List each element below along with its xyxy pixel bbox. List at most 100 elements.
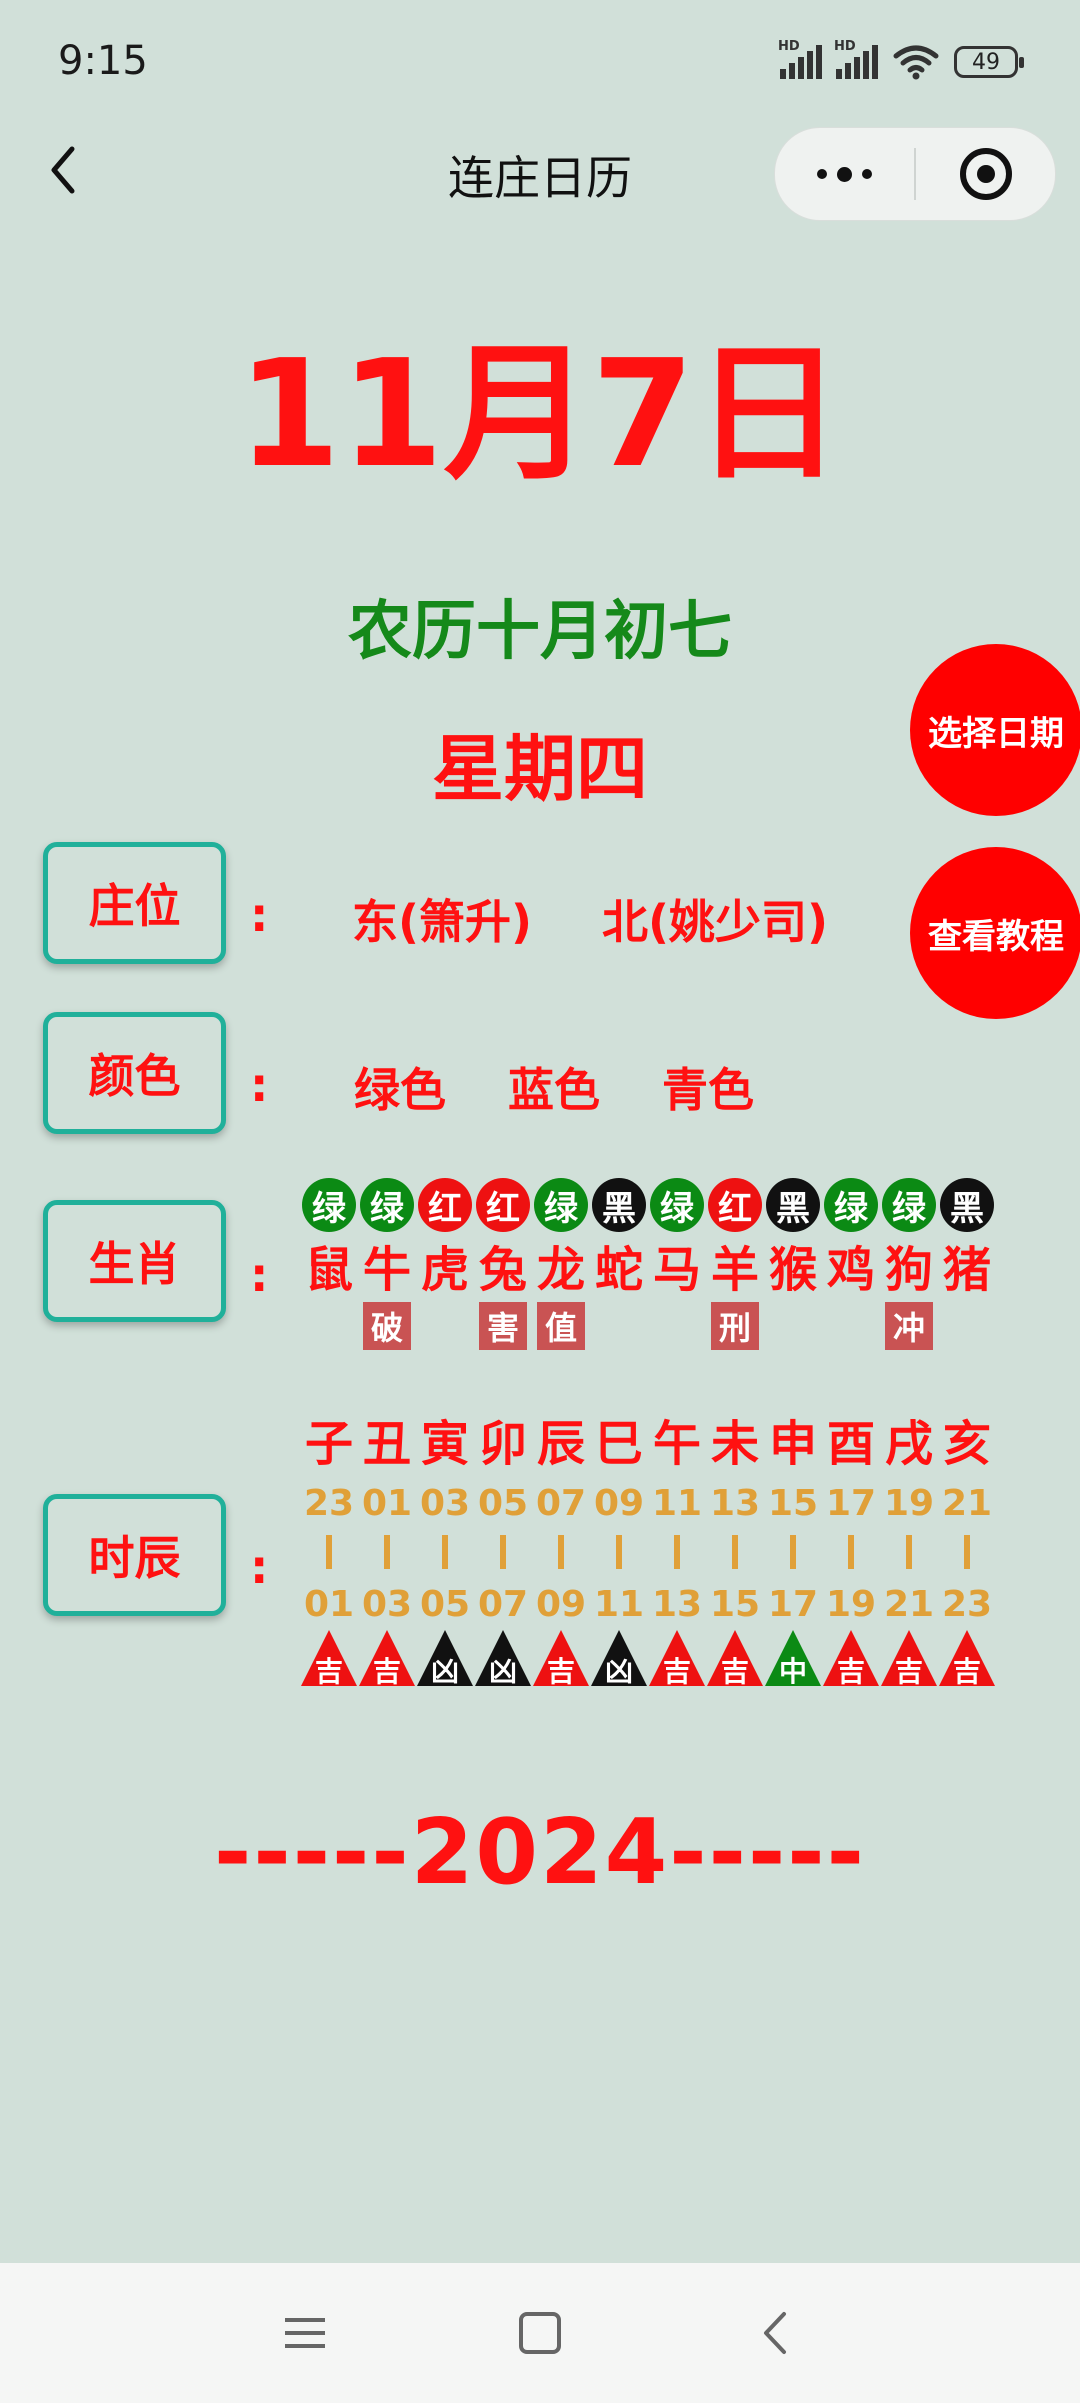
zodiac-name-cell: 龙 xyxy=(532,1246,590,1294)
luck-triangle-icon: 吉 xyxy=(881,1630,937,1688)
hour-branch-cell: 酉 xyxy=(822,1420,880,1468)
hour-separator xyxy=(732,1535,738,1569)
luck-triangle-icon: 吉 xyxy=(301,1630,357,1688)
zodiac-badge-cell: 绿 xyxy=(648,1178,706,1232)
battery-icon: 49 xyxy=(954,46,1024,78)
hour-branch: 辰 xyxy=(536,1416,585,1472)
hour-end-cell: 21 xyxy=(880,1587,938,1623)
hour-end: 05 xyxy=(419,1584,471,1625)
zodiac-tag-cell xyxy=(648,1302,706,1350)
hour-start: 13 xyxy=(709,1483,761,1524)
hour-separator-cell xyxy=(880,1535,938,1569)
hour-start-cell: 03 xyxy=(416,1486,474,1522)
hour-branches-row: 子丑寅卯辰巳午未申酉戌亥 xyxy=(300,1420,996,1468)
zodiac-name: 兔 xyxy=(478,1242,527,1298)
hour-luck-cell: 吉 xyxy=(358,1630,416,1688)
zodiac-tag: 冲 xyxy=(885,1302,933,1350)
zodiac-tag-cell xyxy=(416,1302,474,1350)
hour-luck-label: 吉 xyxy=(662,1655,691,1688)
hour-branch-cell: 辰 xyxy=(532,1420,590,1468)
zodiac-badge-cell: 绿 xyxy=(822,1178,880,1232)
color-value-blue: 蓝色 xyxy=(508,1063,600,1117)
luck-triangle-icon: 中 xyxy=(765,1630,821,1688)
hour-luck-label: 凶 xyxy=(488,1655,517,1688)
hour-end-cell: 13 xyxy=(648,1587,706,1623)
hour-start-cell: 01 xyxy=(358,1486,416,1522)
hour-end-cell: 09 xyxy=(532,1587,590,1623)
hour-start-cell: 17 xyxy=(822,1486,880,1522)
hour-luck-cell: 吉 xyxy=(706,1630,764,1688)
zodiac-tag-cell xyxy=(822,1302,880,1350)
hour-start: 03 xyxy=(419,1483,471,1524)
menu-button[interactable] xyxy=(275,2303,335,2363)
zodiac-color-badge: 红 xyxy=(418,1178,472,1232)
zodiac-badge-cell: 红 xyxy=(474,1178,532,1232)
zodiac-badge-cell: 绿 xyxy=(300,1178,358,1232)
zodiac-names-row: 鼠牛虎兔龙蛇马羊猴鸡狗猪 xyxy=(300,1246,996,1294)
hour-branch: 巳 xyxy=(594,1416,643,1472)
menu-icon xyxy=(285,2318,325,2348)
zodiac-tag-cell xyxy=(590,1302,648,1350)
hour-branch-cell: 未 xyxy=(706,1420,764,1468)
hour-end: 03 xyxy=(361,1584,413,1625)
hour-luck-cell: 吉 xyxy=(300,1630,358,1688)
tutorial-button[interactable]: 查看教程 xyxy=(910,847,1080,1019)
hour-branch-cell: 子 xyxy=(300,1420,358,1468)
hour-luck-cell: 吉 xyxy=(822,1630,880,1688)
hour-separator-cell xyxy=(416,1535,474,1569)
hour-branch-cell: 卯 xyxy=(474,1420,532,1468)
zodiac-tag-cell: 冲 xyxy=(880,1302,938,1350)
hour-luck-cell: 吉 xyxy=(532,1630,590,1688)
hour-branch: 子 xyxy=(304,1416,353,1472)
hour-start: 05 xyxy=(477,1483,529,1524)
zodiac-tag-cell: 害 xyxy=(474,1302,532,1350)
home-button[interactable] xyxy=(510,2303,570,2363)
hour-start-cell: 13 xyxy=(706,1486,764,1522)
hour-branch-cell: 丑 xyxy=(358,1420,416,1468)
hour-end-cell: 23 xyxy=(938,1587,996,1623)
zodiac-name: 龙 xyxy=(536,1242,585,1298)
hour-start: 17 xyxy=(825,1483,877,1524)
hour-branch: 午 xyxy=(652,1416,701,1472)
zodiac-color-badge: 绿 xyxy=(824,1178,878,1232)
zodiac-tag: 值 xyxy=(537,1302,585,1350)
hour-end: 11 xyxy=(593,1584,645,1625)
zodiac-tag-cell xyxy=(764,1302,822,1350)
zodiac-name: 狗 xyxy=(884,1242,933,1298)
zodiac-name-cell: 猪 xyxy=(938,1246,996,1294)
hour-luck-label: 吉 xyxy=(546,1655,575,1688)
hour-branch: 卯 xyxy=(478,1416,527,1472)
zodiac-colon: : xyxy=(250,1248,269,1302)
hour-separator xyxy=(442,1535,448,1569)
zodiac-color-badge: 红 xyxy=(476,1178,530,1232)
signal-hd-label: HD xyxy=(778,39,800,54)
select-date-button[interactable]: 选择日期 xyxy=(910,644,1080,816)
hour-separator-cell xyxy=(532,1535,590,1569)
hour-separator-cell xyxy=(300,1535,358,1569)
system-back-button[interactable] xyxy=(745,2303,805,2363)
hour-separator-cell xyxy=(764,1535,822,1569)
zodiac-badge-cell: 红 xyxy=(706,1178,764,1232)
hour-end-cell: 03 xyxy=(358,1587,416,1623)
hour-luck-cell: 中 xyxy=(764,1630,822,1688)
lunar-date: 农历十月初七 xyxy=(348,595,732,669)
zodiac-name: 猴 xyxy=(768,1242,817,1298)
hour-branch-cell: 戌 xyxy=(880,1420,938,1468)
close-button[interactable] xyxy=(916,128,1055,220)
more-dots-icon xyxy=(817,166,872,182)
status-icons: HD HD 49 xyxy=(778,39,1024,80)
hour-start-cell: 21 xyxy=(938,1486,996,1522)
back-icon xyxy=(764,2312,786,2354)
luck-triangle-icon: 凶 xyxy=(475,1630,531,1688)
zodiac-badge-cell: 红 xyxy=(416,1178,474,1232)
hour-luck-label: 吉 xyxy=(894,1655,923,1688)
target-icon xyxy=(959,148,1012,200)
position-value-east: 东(箫升) xyxy=(352,895,533,949)
zodiac-name-cell: 羊 xyxy=(706,1246,764,1294)
color-colon: : xyxy=(250,1058,269,1112)
zodiac-tag-cell xyxy=(938,1302,996,1350)
hour-start: 15 xyxy=(767,1483,819,1524)
more-button[interactable] xyxy=(775,128,914,220)
hour-end-cell: 19 xyxy=(822,1587,880,1623)
luck-triangle-icon: 吉 xyxy=(823,1630,879,1688)
